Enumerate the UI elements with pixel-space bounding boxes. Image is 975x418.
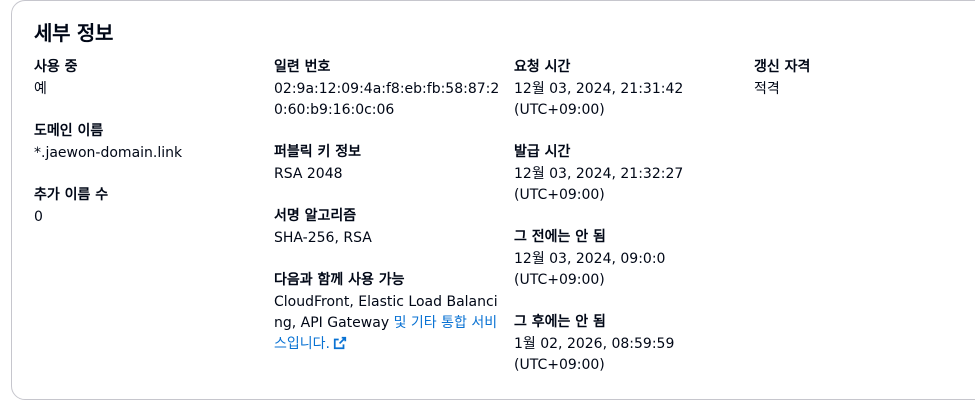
field-label: 그 후에는 안 됨 xyxy=(514,314,606,330)
field-value: 예 xyxy=(34,81,47,97)
field-label: 퍼블릭 키 정보 xyxy=(274,144,362,160)
field-value: RSA 2048 xyxy=(274,166,343,182)
field-value: SHA-256, RSA xyxy=(274,230,372,246)
field-serial-number: 일련 번호 02:9a:12:09:4a:f8:eb:fb:58:87:20:6… xyxy=(274,57,504,121)
field-value: 02:9a:12:09:4a:f8:eb:fb:58:87:20:60:b9:1… xyxy=(274,81,500,118)
date-text: 1월 02, 2026, 08:59:59 xyxy=(514,336,675,352)
field-label: 갱신 자격 xyxy=(754,59,811,75)
panel-title: 세부 정보 xyxy=(34,21,114,45)
date-text: 12월 03, 2024, 09:0:0 xyxy=(514,251,666,267)
details-panel: 세부 정보 사용 중 예 도메인 이름 *.jaewon-domain.link… xyxy=(11,0,975,400)
details-column-3: 요청 시간 12월 03, 2024, 21:31:42 (UTC+09:00)… xyxy=(514,57,744,397)
field-issued-at: 발급 시간 12월 03, 2024, 21:32:27 (UTC+09:00) xyxy=(514,142,744,206)
field-value: 12월 03, 2024, 21:31:42 (UTC+09:00) xyxy=(514,79,744,121)
field-value: 0 xyxy=(34,209,43,225)
field-requested-at: 요청 시간 12월 03, 2024, 21:31:42 (UTC+09:00) xyxy=(514,57,744,121)
date-text: 12월 03, 2024, 21:31:42 xyxy=(514,81,684,97)
details-column-1: 사용 중 예 도메인 이름 *.jaewon-domain.link 추가 이름… xyxy=(34,57,254,249)
field-label: 서명 알고리즘 xyxy=(274,208,357,224)
field-label: 그 전에는 안 됨 xyxy=(514,229,606,245)
field-domain-name: 도메인 이름 *.jaewon-domain.link xyxy=(34,121,254,164)
field-label: 추가 이름 수 xyxy=(34,187,109,203)
field-not-after: 그 후에는 안 됨 1월 02, 2026, 08:59:59 (UTC+09:… xyxy=(514,312,744,376)
field-value: 적격 xyxy=(754,81,780,97)
external-link-icon[interactable] xyxy=(333,336,347,350)
details-column-4: 갱신 자격 적격 xyxy=(754,57,974,121)
field-additional-names: 추가 이름 수 0 xyxy=(34,185,254,228)
field-not-before: 그 전에는 안 됨 12월 03, 2024, 09:0:0 (UTC+09:0… xyxy=(514,227,744,291)
field-label: 요청 시간 xyxy=(514,59,571,75)
field-label: 사용 중 xyxy=(34,59,78,75)
timezone-text: (UTC+09:00) xyxy=(514,187,605,203)
field-value: *.jaewon-domain.link xyxy=(34,145,183,161)
field-renewal-eligibility: 갱신 자격 적격 xyxy=(754,57,974,100)
date-text: 12월 03, 2024, 21:32:27 xyxy=(514,166,684,182)
field-label: 일련 번호 xyxy=(274,59,331,75)
timezone-text: (UTC+09:00) xyxy=(514,102,605,118)
timezone-text: (UTC+09:00) xyxy=(514,357,605,373)
field-value: 12월 03, 2024, 21:32:27 (UTC+09:00) xyxy=(514,164,744,206)
field-signature-algorithm: 서명 알고리즘 SHA-256, RSA xyxy=(274,206,504,249)
field-label: 다음과 함께 사용 가능 xyxy=(274,272,405,288)
field-label: 발급 시간 xyxy=(514,144,571,160)
details-column-2: 일련 번호 02:9a:12:09:4a:f8:eb:fb:58:87:20:6… xyxy=(274,57,504,376)
field-value: 12월 03, 2024, 09:0:0 (UTC+09:00) xyxy=(514,249,744,291)
field-value: CloudFront, Elastic Load Balancing, API … xyxy=(274,292,504,355)
field-in-use: 사용 중 예 xyxy=(34,57,254,100)
field-value: 1월 02, 2026, 08:59:59 (UTC+09:00) xyxy=(514,334,744,376)
field-label: 도메인 이름 xyxy=(34,123,104,139)
field-public-key: 퍼블릭 키 정보 RSA 2048 xyxy=(274,142,504,185)
timezone-text: (UTC+09:00) xyxy=(514,272,605,288)
field-can-be-used-with: 다음과 함께 사용 가능 CloudFront, Elastic Load Ba… xyxy=(274,270,504,355)
